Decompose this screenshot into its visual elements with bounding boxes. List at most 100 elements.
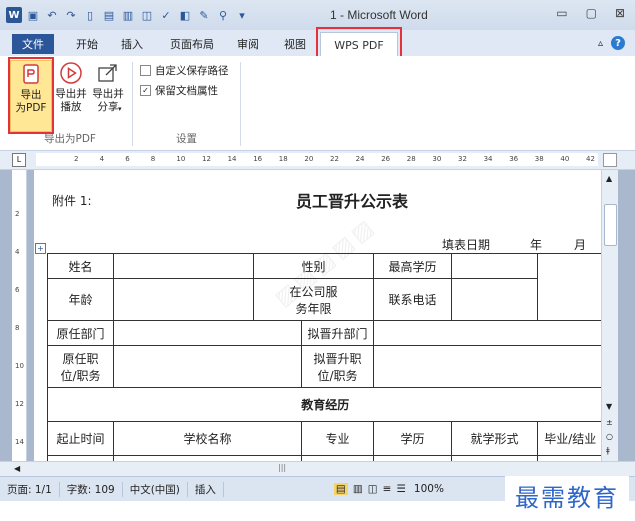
horizontal-scroll-thumb[interactable]: ||| [278,463,286,472]
vertical-scrollbar[interactable]: ▲ ▼ ± ○ ǂ [601,170,618,461]
document-page[interactable]: ▨▨▨▨▨ 附件 1: 员工晋升公示表 填表日期 年 月 + 姓名 性别 最高学… [34,170,602,461]
table-row: 原任部门 拟晋升部门 [47,320,602,346]
word-window: W ▣ ↶ ↷ ▯ ▤ ▥ ◫ ✓ ◧ ✎ ⚲ ▾ 1 - Microsoft … [0,0,635,521]
ruler-number: 12 [202,155,211,163]
view-ruler-icon[interactable] [603,153,617,167]
custom-save-path-checkbox[interactable]: 自定义保存路径 [140,63,229,78]
document-area: 2 4 6 8 10 12 14 ▨▨▨▨▨ 附件 1: 员工晋升公示表 填表日期 年 月 … [0,170,635,461]
word-count[interactable]: 字数: 109 [60,481,123,497]
table-row: 年龄 在公司服务年限 联系电话 [47,278,603,321]
zoom-level[interactable]: 100% [414,483,444,495]
ruler-number: 16 [253,155,263,163]
ruler-number: 40 [560,155,570,163]
help-icon[interactable]: ? [611,36,625,50]
horizontal-scrollbar[interactable]: ◀ ||| [0,461,635,476]
table-cell[interactable] [113,320,302,346]
ruler-number: 8 [150,155,156,163]
share-icon[interactable]: ⚲ [215,7,231,23]
prop-post-label: 拟晋升职位/职务 [313,351,362,383]
table-cell[interactable] [113,345,302,388]
table-move-handle[interactable]: + [35,243,46,254]
table-cell: 专业 [300,421,375,456]
ruler-number: 34 [483,155,493,163]
new-doc-icon[interactable]: ▯ [82,7,98,23]
table-cell[interactable] [113,253,254,279]
browse-object-icon[interactable]: ○ [606,432,613,441]
web-layout-icon[interactable]: ◫ [368,483,378,495]
prev-page-icon[interactable]: ± [606,418,613,427]
group-export-label: 导出为PDF [44,133,96,145]
maximize-button[interactable]: ▢ [586,6,597,20]
next-page-icon[interactable]: ǂ [606,446,610,455]
minimize-button[interactable]: ▭ [556,6,567,20]
ruler-number: 24 [355,155,365,163]
table-cell[interactable] [373,345,602,388]
tab-review[interactable]: 审阅 [237,36,259,52]
table-cell[interactable] [373,320,602,346]
table-cell[interactable] [113,278,254,321]
table-cell: 最高学历 [373,253,453,279]
ruler-number: 12 [15,400,24,408]
table-cell[interactable] [451,278,539,321]
tab-page-layout[interactable]: 页面布局 [170,36,214,52]
close-button[interactable]: ⊠ [615,6,625,20]
play-icon [58,60,84,86]
format-icon[interactable]: ◧ [177,7,193,23]
tab-file[interactable]: 文件 [12,34,54,54]
checkbox-checked-icon: ✓ [140,85,151,96]
full-screen-icon[interactable]: ▥ [353,483,363,495]
export-and-play-button[interactable]: 导出并 播放 [54,60,88,114]
spell-icon[interactable]: ✓ [158,7,174,23]
collapse-ribbon-icon[interactable]: ▵ [598,38,603,49]
ruler-number: 6 [15,286,20,294]
insert-mode[interactable]: 插入 [188,481,224,497]
outline-icon[interactable]: ≡ [383,483,392,495]
window-title: 1 - Microsoft Word [330,8,428,22]
language-indicator[interactable]: 中文(中国) [123,481,188,497]
ruler-number: 38 [534,155,544,163]
photo-cell[interactable] [537,253,602,321]
fill-month-label: 月 [574,238,587,252]
table-row: 教育经历 [46,387,602,422]
tab-insert[interactable]: 插入 [121,36,143,52]
table-row: 原任职位/职务 拟晋升职位/职务 [47,345,602,388]
table-cell: 就学形式 [451,421,539,456]
ruler-number: 4 [99,155,105,163]
table-cell: 学校名称 [113,421,302,456]
brand-watermark: 最需教育 [505,476,629,515]
table-cell: 拟晋升职位/职务 [300,345,375,388]
export-and-share-button[interactable]: 导出并 分享 ▾ [90,60,126,114]
table-cell: 联系电话 [373,278,453,321]
ruler-number: 28 [406,155,416,163]
vertical-ruler[interactable]: 2 4 6 8 10 12 14 [12,170,27,461]
draft-icon[interactable]: ☰ [396,483,405,495]
page-indicator[interactable]: 页面: 1/1 [0,481,60,497]
scroll-up-icon[interactable]: ▲ [606,174,612,183]
horizontal-ruler[interactable]: 2 4 6 8 10 12 14 16 18 20 22 24 26 28 30 32 34 36 38 40 42 [36,153,598,166]
tab-selector[interactable]: L [12,153,26,167]
vertical-scroll-thumb[interactable] [604,204,617,246]
service-years-label: 在公司服务年限 [289,284,338,316]
preview-icon[interactable]: ◫ [139,7,155,23]
scroll-down-icon[interactable]: ▼ [606,402,612,411]
ribbon-panel: 导出 为PDF 导出并 播放 导出并 分享 ▾ 导出为PDF 自定义保存路径 ✓… [0,56,635,151]
save-icon[interactable]: ▣ [25,7,41,23]
table-cell: 原任职位/职务 [47,345,114,388]
table-cell[interactable] [451,253,539,279]
tab-view[interactable]: 视图 [284,36,306,52]
ruler-number: 18 [278,155,288,163]
undo-icon[interactable]: ↶ [44,7,60,23]
attachment-label: 附件 1: [52,194,92,208]
ruler-number: 2 [15,210,20,218]
open-icon[interactable]: ▤ [101,7,117,23]
print-icon[interactable]: ▥ [120,7,136,23]
ruler-number: 10 [15,362,24,370]
keep-doc-properties-checkbox[interactable]: ✓ 保留文档属性 [140,83,218,98]
redo-icon[interactable]: ↷ [63,7,79,23]
customize-qa-icon[interactable]: ▾ [234,7,250,23]
tab-home[interactable]: 开始 [76,36,98,52]
word-logo-icon[interactable]: W [6,7,22,23]
draw-icon[interactable]: ✎ [196,7,212,23]
scroll-left-icon[interactable]: ◀ [14,464,20,473]
print-layout-icon[interactable]: ▤ [333,483,348,495]
